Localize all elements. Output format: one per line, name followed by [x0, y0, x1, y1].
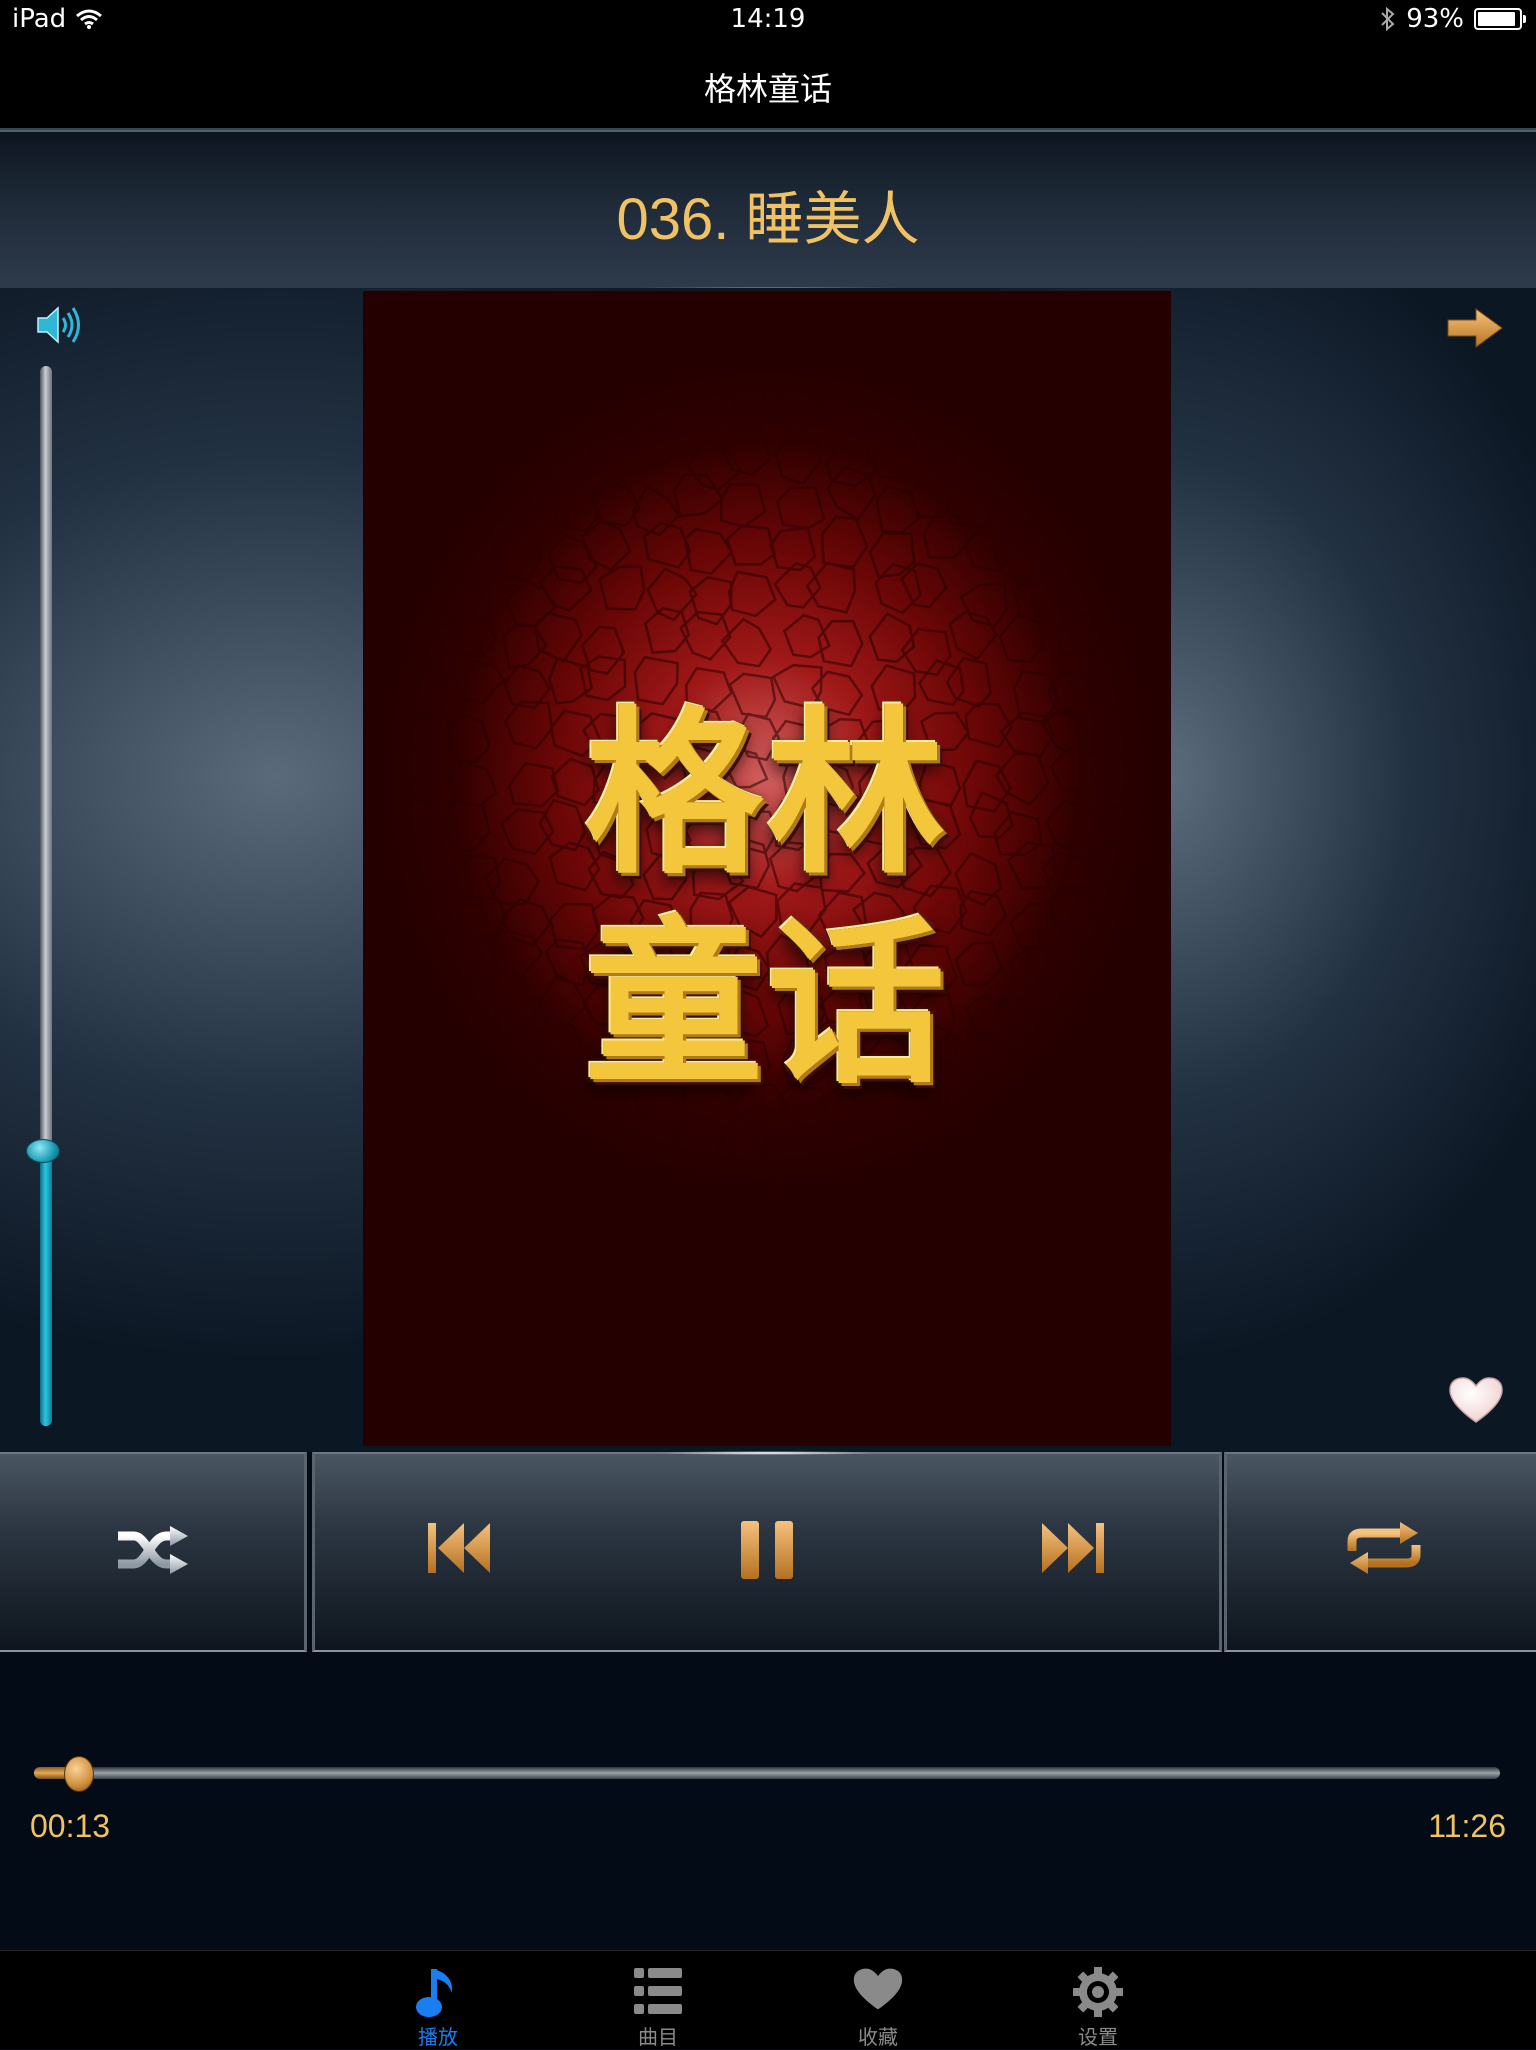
panel-glow [655, 1451, 879, 1455]
progress-knob[interactable] [63, 1756, 94, 1792]
status-bar: iPad 14:19 93% [0, 0, 1536, 40]
elapsed-time: 00:13 [30, 1808, 111, 1844]
tab-bar: 播放 曲目 收藏 设置 [0, 1950, 1536, 2049]
now-playing-header: 036. 睡美人 [0, 130, 1536, 291]
repeat-panel [1224, 1452, 1536, 1652]
speaker-icon[interactable] [34, 300, 84, 350]
tab-label: 曲目 [638, 2025, 678, 2049]
battery-icon [1474, 8, 1526, 30]
tab-label: 播放 [418, 2025, 458, 2049]
heart-icon [853, 1968, 903, 2010]
tab-play[interactable]: 播放 [358, 1951, 518, 2049]
nav-bar: 格林童话 [0, 40, 1536, 130]
status-time: 14:19 [730, 4, 806, 34]
volume-level [40, 1150, 52, 1426]
tab-favorites[interactable]: 收藏 [798, 1951, 958, 2049]
list-icon [634, 1968, 682, 2014]
pause-button[interactable] [729, 1516, 805, 1584]
cover-title-line2: 童话 [585, 901, 949, 1108]
gear-icon [1073, 1967, 1123, 2017]
album-art: 格林 童话 [363, 291, 1171, 1446]
transport-panel [312, 1451, 1222, 1652]
heart-icon[interactable] [1448, 1376, 1504, 1424]
shuffle-icon [118, 1526, 188, 1574]
tab-label: 设置 [1078, 2025, 1118, 2049]
tab-settings[interactable]: 设置 [1018, 1951, 1178, 2049]
arrow-right-icon[interactable] [1446, 306, 1504, 350]
previous-button[interactable] [419, 1516, 499, 1580]
next-button[interactable] [1033, 1516, 1113, 1580]
repeat-button[interactable] [1339, 1516, 1429, 1580]
battery-percent: 93% [1406, 4, 1464, 34]
repeat-icon [1347, 1522, 1421, 1574]
track-title: 036. 睡美人 [616, 187, 920, 252]
pause-icon [741, 1521, 793, 1579]
shuffle-panel [0, 1452, 307, 1652]
progress-slider[interactable] [34, 1767, 1500, 1779]
previous-icon [428, 1523, 490, 1573]
next-icon [1042, 1523, 1104, 1573]
bluetooth-icon [1381, 6, 1395, 32]
shuffle-button[interactable] [102, 1520, 202, 1580]
music-note-icon [416, 1969, 453, 2017]
battery-fill [1478, 12, 1516, 26]
nav-title: 格林童话 [703, 70, 832, 108]
tab-label: 收藏 [858, 2025, 898, 2049]
total-time: 11:26 [1428, 1808, 1506, 1844]
tab-tracks[interactable]: 曲目 [578, 1951, 738, 2049]
